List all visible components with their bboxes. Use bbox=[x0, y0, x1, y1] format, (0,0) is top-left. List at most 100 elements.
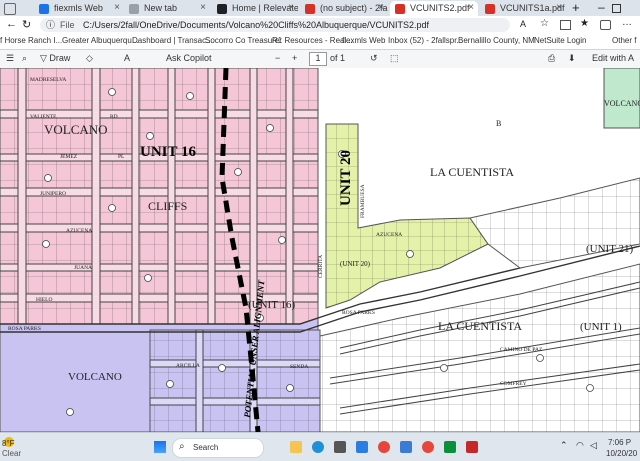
map-label-unit1: (UNIT 1) bbox=[580, 321, 622, 333]
page-number-input[interactable]: 1 bbox=[309, 52, 327, 66]
clock-date[interactable]: 10/20/20 bbox=[606, 449, 637, 458]
map-label-la-cuentista-1: LA CUENTISTA bbox=[430, 165, 514, 179]
street-label: MADRESELVA bbox=[30, 77, 66, 83]
bookmark-item[interactable]: Other f bbox=[612, 36, 636, 45]
close-icon[interactable]: × bbox=[200, 2, 206, 13]
edge-icon[interactable] bbox=[312, 441, 324, 453]
file-explorer-icon[interactable] bbox=[290, 441, 302, 453]
street-label: RD bbox=[110, 114, 118, 120]
print-icon[interactable]: ⎙ bbox=[548, 53, 555, 64]
rotate-icon[interactable]: ↺ bbox=[370, 53, 378, 64]
back-icon[interactable]: ← bbox=[6, 18, 17, 30]
map-label-unit21: (UNIT 21) bbox=[586, 243, 633, 255]
clock-time[interactable]: 7:06 P bbox=[608, 438, 631, 447]
tab-actions-icon[interactable] bbox=[4, 3, 16, 15]
close-icon[interactable]: × bbox=[556, 2, 562, 13]
chrome-icon[interactable] bbox=[422, 441, 434, 453]
draw-label: Draw bbox=[49, 53, 71, 63]
bookmark-item[interactable]: Greater Albuquerqu... bbox=[62, 36, 139, 45]
street-label: ROSA PARKS bbox=[8, 326, 41, 332]
app-icon[interactable] bbox=[444, 441, 456, 453]
close-icon[interactable]: × bbox=[114, 2, 120, 13]
tab-new-tab[interactable]: New tab × bbox=[124, 1, 210, 16]
bookmark-item[interactable]: Dashboard | Transac... bbox=[132, 36, 213, 45]
street-label: AZUCENA bbox=[376, 232, 402, 238]
street-label: HIELO bbox=[36, 297, 53, 303]
store-icon[interactable] bbox=[334, 441, 346, 453]
zoom-out-icon[interactable]: − bbox=[275, 53, 280, 63]
bookmark-item[interactable]: Inbox (52) - 2fallspr... bbox=[388, 36, 463, 45]
split-screen-icon[interactable] bbox=[560, 20, 571, 30]
new-tab-plus-icon[interactable]: + bbox=[572, 0, 580, 15]
tab-vcunits1a[interactable]: VCUNITS1a.pdf × bbox=[480, 1, 566, 16]
bookmark-item[interactable]: NetSuite Login bbox=[534, 36, 586, 45]
close-icon[interactable]: × bbox=[378, 2, 384, 13]
ask-copilot-button[interactable]: Ask Copilot bbox=[166, 53, 212, 63]
tab-flexmls[interactable]: fiexmls Web × bbox=[34, 1, 124, 16]
street-label: PL bbox=[118, 154, 125, 160]
weather-desc: Clear bbox=[2, 449, 22, 458]
tab-favicon-icon bbox=[305, 4, 315, 14]
address-bar-row: ← ↻ ⓘ File C:/Users/2fall/OneDrive/Docum… bbox=[0, 16, 640, 34]
street-label: COMFREY bbox=[500, 381, 527, 387]
map-label-volcano-top: VOLCANO bbox=[44, 122, 108, 137]
bookmark-item[interactable]: f Horse Ranch I... bbox=[0, 36, 62, 45]
text-icon[interactable]: A bbox=[124, 53, 130, 63]
street-label: ROSA PARKS bbox=[342, 310, 375, 316]
wifi-icon[interactable]: ◠ bbox=[576, 440, 584, 451]
address-field[interactable]: ⓘ File C:/Users/2fall/OneDrive/Documents… bbox=[40, 18, 510, 32]
search-icon[interactable]: ⌕ bbox=[22, 53, 27, 64]
maximize-icon[interactable] bbox=[612, 4, 621, 13]
mail-icon[interactable] bbox=[356, 441, 368, 453]
app-icon[interactable] bbox=[400, 441, 412, 453]
collections-icon[interactable] bbox=[600, 20, 611, 30]
tab-relevateone[interactable]: Home | RelevateOne × bbox=[212, 1, 298, 16]
volume-icon[interactable]: ◁ bbox=[590, 440, 597, 451]
tab-favicon-icon bbox=[39, 4, 49, 14]
weather-temp[interactable]: 8°F bbox=[2, 439, 15, 448]
fit-page-icon[interactable]: ⬚ bbox=[390, 53, 399, 64]
tab-title: VCUNITS1a.pdf bbox=[500, 3, 565, 13]
map-label-cliffs: CLIFFS bbox=[148, 199, 187, 213]
pdf-map-view[interactable]: UNIT 16 UNIT 20 VOLCANO CLIFFS LA CUENTI… bbox=[0, 68, 640, 432]
taskbar: 8°F Clear ⌕ Search ⌃ ◠ ◁ 7:06 P 10/20/20 bbox=[0, 432, 640, 461]
start-icon[interactable] bbox=[154, 441, 166, 453]
tab-vcunits2[interactable]: VCUNITS2.pdf × bbox=[390, 1, 478, 16]
tab-email[interactable]: (no subject) - 2fallspropo × bbox=[300, 1, 388, 16]
map-label-b: B bbox=[496, 119, 501, 128]
favorite-star-icon[interactable]: ☆ bbox=[540, 18, 549, 29]
save-icon[interactable]: ⬇ bbox=[568, 53, 576, 64]
draw-button[interactable]: ▽ Draw bbox=[40, 53, 70, 64]
pdf-toolbar: ☰ ⌕ ▽ Draw ◇ A Ask Copilot − + 1 of 1 ↺ … bbox=[0, 50, 640, 69]
tab-favicon-icon bbox=[395, 4, 405, 14]
search-icon: ⌕ bbox=[179, 441, 185, 452]
eraser-icon[interactable]: ◇ bbox=[86, 53, 93, 64]
contents-icon[interactable]: ☰ bbox=[6, 53, 14, 64]
url-text: C:/Users/2fall/OneDrive/Documents/Volcan… bbox=[83, 20, 430, 30]
read-aloud-icon[interactable]: A bbox=[520, 19, 526, 29]
page-count: of 1 bbox=[330, 53, 346, 63]
refresh-icon[interactable]: ↻ bbox=[22, 18, 31, 31]
zoom-in-icon[interactable]: + bbox=[292, 53, 297, 63]
bookmarks-bar: f Horse Ranch I... Greater Albuquerqu...… bbox=[0, 34, 640, 50]
pdf-app-icon[interactable] bbox=[466, 441, 478, 453]
bookmark-item[interactable]: Socorro Co Treasurer bbox=[205, 36, 282, 45]
bookmark-item[interactable]: flexmls Web bbox=[342, 36, 385, 45]
more-icon[interactable]: … bbox=[622, 17, 632, 28]
bookmark-item[interactable]: Bernalillo County, NM bbox=[458, 36, 535, 45]
chevron-up-icon[interactable]: ⌃ bbox=[560, 440, 568, 451]
file-label: File bbox=[60, 20, 75, 30]
minimize-icon[interactable]: – bbox=[598, 0, 605, 14]
edit-with-button[interactable]: Edit with A bbox=[592, 53, 634, 63]
close-icon[interactable]: × bbox=[288, 2, 294, 13]
street-label: JUANA bbox=[74, 265, 92, 271]
map-label-unit20-small: (UNIT 20) bbox=[340, 260, 371, 268]
street-label: ARCILLA bbox=[176, 363, 200, 369]
close-icon[interactable]: × bbox=[468, 2, 474, 13]
favorites-icon[interactable]: ★ bbox=[580, 18, 589, 29]
bookmark-item[interactable]: R1 Resources - Real... bbox=[272, 36, 353, 45]
street-label: CAMINO DE PAZ bbox=[500, 347, 543, 353]
map-label-unit16: UNIT 16 bbox=[140, 144, 196, 160]
chrome-icon[interactable] bbox=[378, 441, 390, 453]
taskbar-search[interactable]: ⌕ Search bbox=[172, 438, 264, 458]
